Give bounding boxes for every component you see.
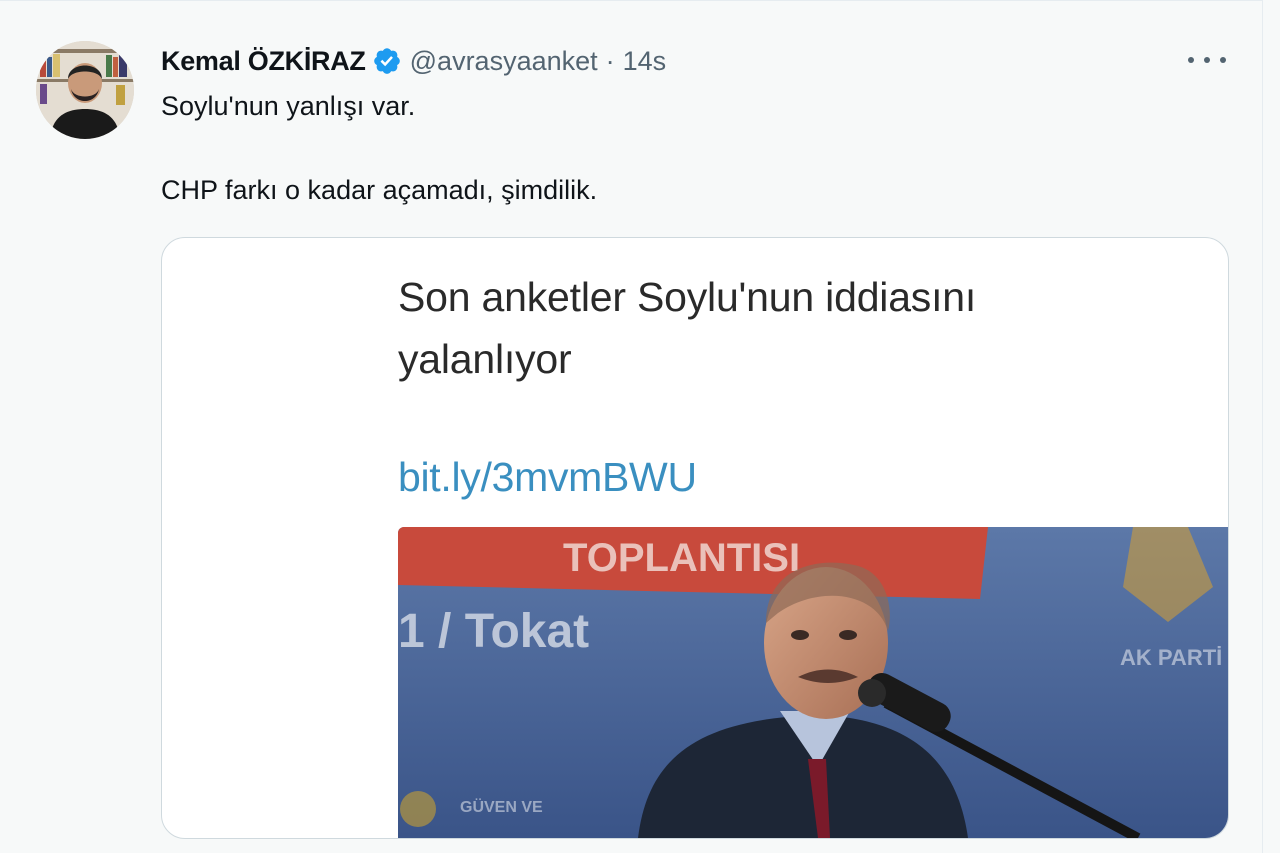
card-link[interactable]: bit.ly/3mvmBWU [398,454,697,501]
avatar-image [36,41,134,139]
tweet-timestamp[interactable]: 14s [623,46,667,77]
tweet-text-line: CHP farkı o kadar açamadı, şimdilik. [161,175,598,205]
verified-badge-icon [373,48,400,74]
tweet[interactable]: Kemal ÖZKİRAZ @avrasyaanket · 14s Soylu'… [0,0,1263,853]
separator-dot: · [605,45,615,76]
more-dot [1188,57,1194,63]
tweet-header: Kemal ÖZKİRAZ @avrasyaanket · 14s [161,41,666,81]
media-card[interactable]: Son anketler Soylu'nun iddiasını yalanlı… [161,237,1229,839]
news-photo-image: TOPLANTISI 1 / Tokat AK PARTİ GÜVEN VE [398,527,1228,838]
tweet-text-line: Soylu'nun yanlışı var. [161,91,416,121]
logo-text: AK PARTİ [1120,645,1222,670]
news-photo[interactable]: TOPLANTISI 1 / Tokat AK PARTİ GÜVEN VE [398,527,1228,838]
author-handle[interactable]: @avrasyaanket [410,46,598,77]
card-title-line: Son anketler Soylu'nun iddiasını [398,274,977,320]
card-title-line: yalanlıyor [398,336,572,382]
location-text: 1 / Tokat [398,605,589,658]
more-options-icon[interactable] [1188,47,1226,73]
podium-text: GÜVEN VE [460,797,543,816]
avatar[interactable] [36,41,134,139]
banner-text: TOPLANTISI [563,536,800,580]
more-dot [1220,57,1226,63]
author-name[interactable]: Kemal ÖZKİRAZ [161,46,366,77]
more-dot [1204,57,1210,63]
